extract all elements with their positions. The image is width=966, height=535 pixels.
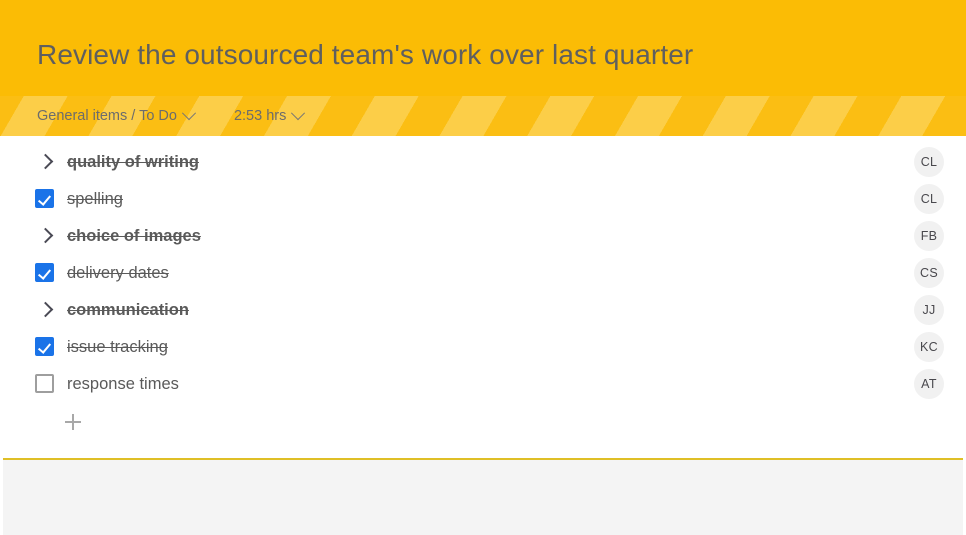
- page-title[interactable]: Review the outsourced team's work over l…: [37, 36, 693, 74]
- chevron-right-icon: [37, 227, 53, 244]
- avatar[interactable]: CS: [914, 257, 944, 288]
- checklist-item[interactable]: communication JJ: [0, 291, 966, 328]
- breadcrumb: General items / To Do: [37, 108, 177, 124]
- expand-toggle[interactable]: [33, 225, 55, 247]
- expand-toggle[interactable]: [33, 151, 55, 173]
- checklist-item[interactable]: delivery dates CS: [0, 254, 966, 291]
- item-checkbox[interactable]: [33, 262, 55, 284]
- task-detail-view: Review the outsourced team's work over l…: [0, 0, 966, 535]
- checklist-item-label: communication: [67, 300, 189, 319]
- task-header: Review the outsourced team's work over l…: [0, 0, 966, 96]
- duration-dropdown[interactable]: 2:53 hrs: [233, 106, 306, 125]
- checklist-item-label: spelling: [67, 189, 123, 208]
- footer-panel: [3, 458, 963, 535]
- task-meta-bar: General items / To Do 2:53 hrs: [0, 96, 966, 136]
- avatar[interactable]: CL: [914, 146, 944, 177]
- item-checkbox[interactable]: [33, 188, 55, 210]
- avatar[interactable]: KC: [914, 331, 944, 362]
- checkbox-unchecked-icon: [34, 374, 54, 393]
- avatar[interactable]: AT: [914, 368, 944, 399]
- checklist-item[interactable]: spelling CL: [0, 180, 966, 217]
- checklist: quality of writing CL spelling CL choice of …: [0, 136, 966, 402]
- chevron-down-icon: [181, 106, 197, 121]
- checklist-item[interactable]: choice of images FB: [0, 217, 966, 254]
- avatar[interactable]: CL: [914, 183, 944, 214]
- checklist-item[interactable]: quality of writing CL: [0, 143, 966, 180]
- checklist-item-label: delivery dates: [67, 263, 169, 282]
- chevron-down-icon: [291, 106, 306, 121]
- checklist-item-label: quality of writing: [67, 152, 199, 171]
- add-checklist-item-row: [0, 402, 966, 442]
- chevron-right-icon: [37, 153, 53, 170]
- checklist-item-label: response times: [67, 374, 179, 393]
- plus-icon[interactable]: [65, 414, 81, 430]
- expand-toggle[interactable]: [33, 299, 55, 321]
- duration-label: 2:53 hrs: [233, 108, 287, 124]
- avatar[interactable]: FB: [914, 220, 944, 251]
- footer-panel-wrapper: [0, 458, 966, 535]
- checklist-item-label: choice of images: [67, 226, 201, 245]
- checkbox-checked-icon: [34, 263, 54, 282]
- checklist-item-label: issue tracking: [67, 337, 168, 356]
- checkbox-checked-icon: [34, 189, 54, 208]
- checklist-item[interactable]: issue tracking KC: [0, 328, 966, 365]
- breadcrumb-dropdown[interactable]: General items / To Do: [37, 106, 197, 125]
- checkbox-checked-icon: [34, 337, 54, 356]
- avatar[interactable]: JJ: [914, 294, 944, 325]
- chevron-right-icon: [37, 301, 53, 318]
- checklist-item[interactable]: response times AT: [0, 365, 966, 402]
- item-checkbox[interactable]: [33, 336, 55, 358]
- item-checkbox[interactable]: [33, 373, 55, 395]
